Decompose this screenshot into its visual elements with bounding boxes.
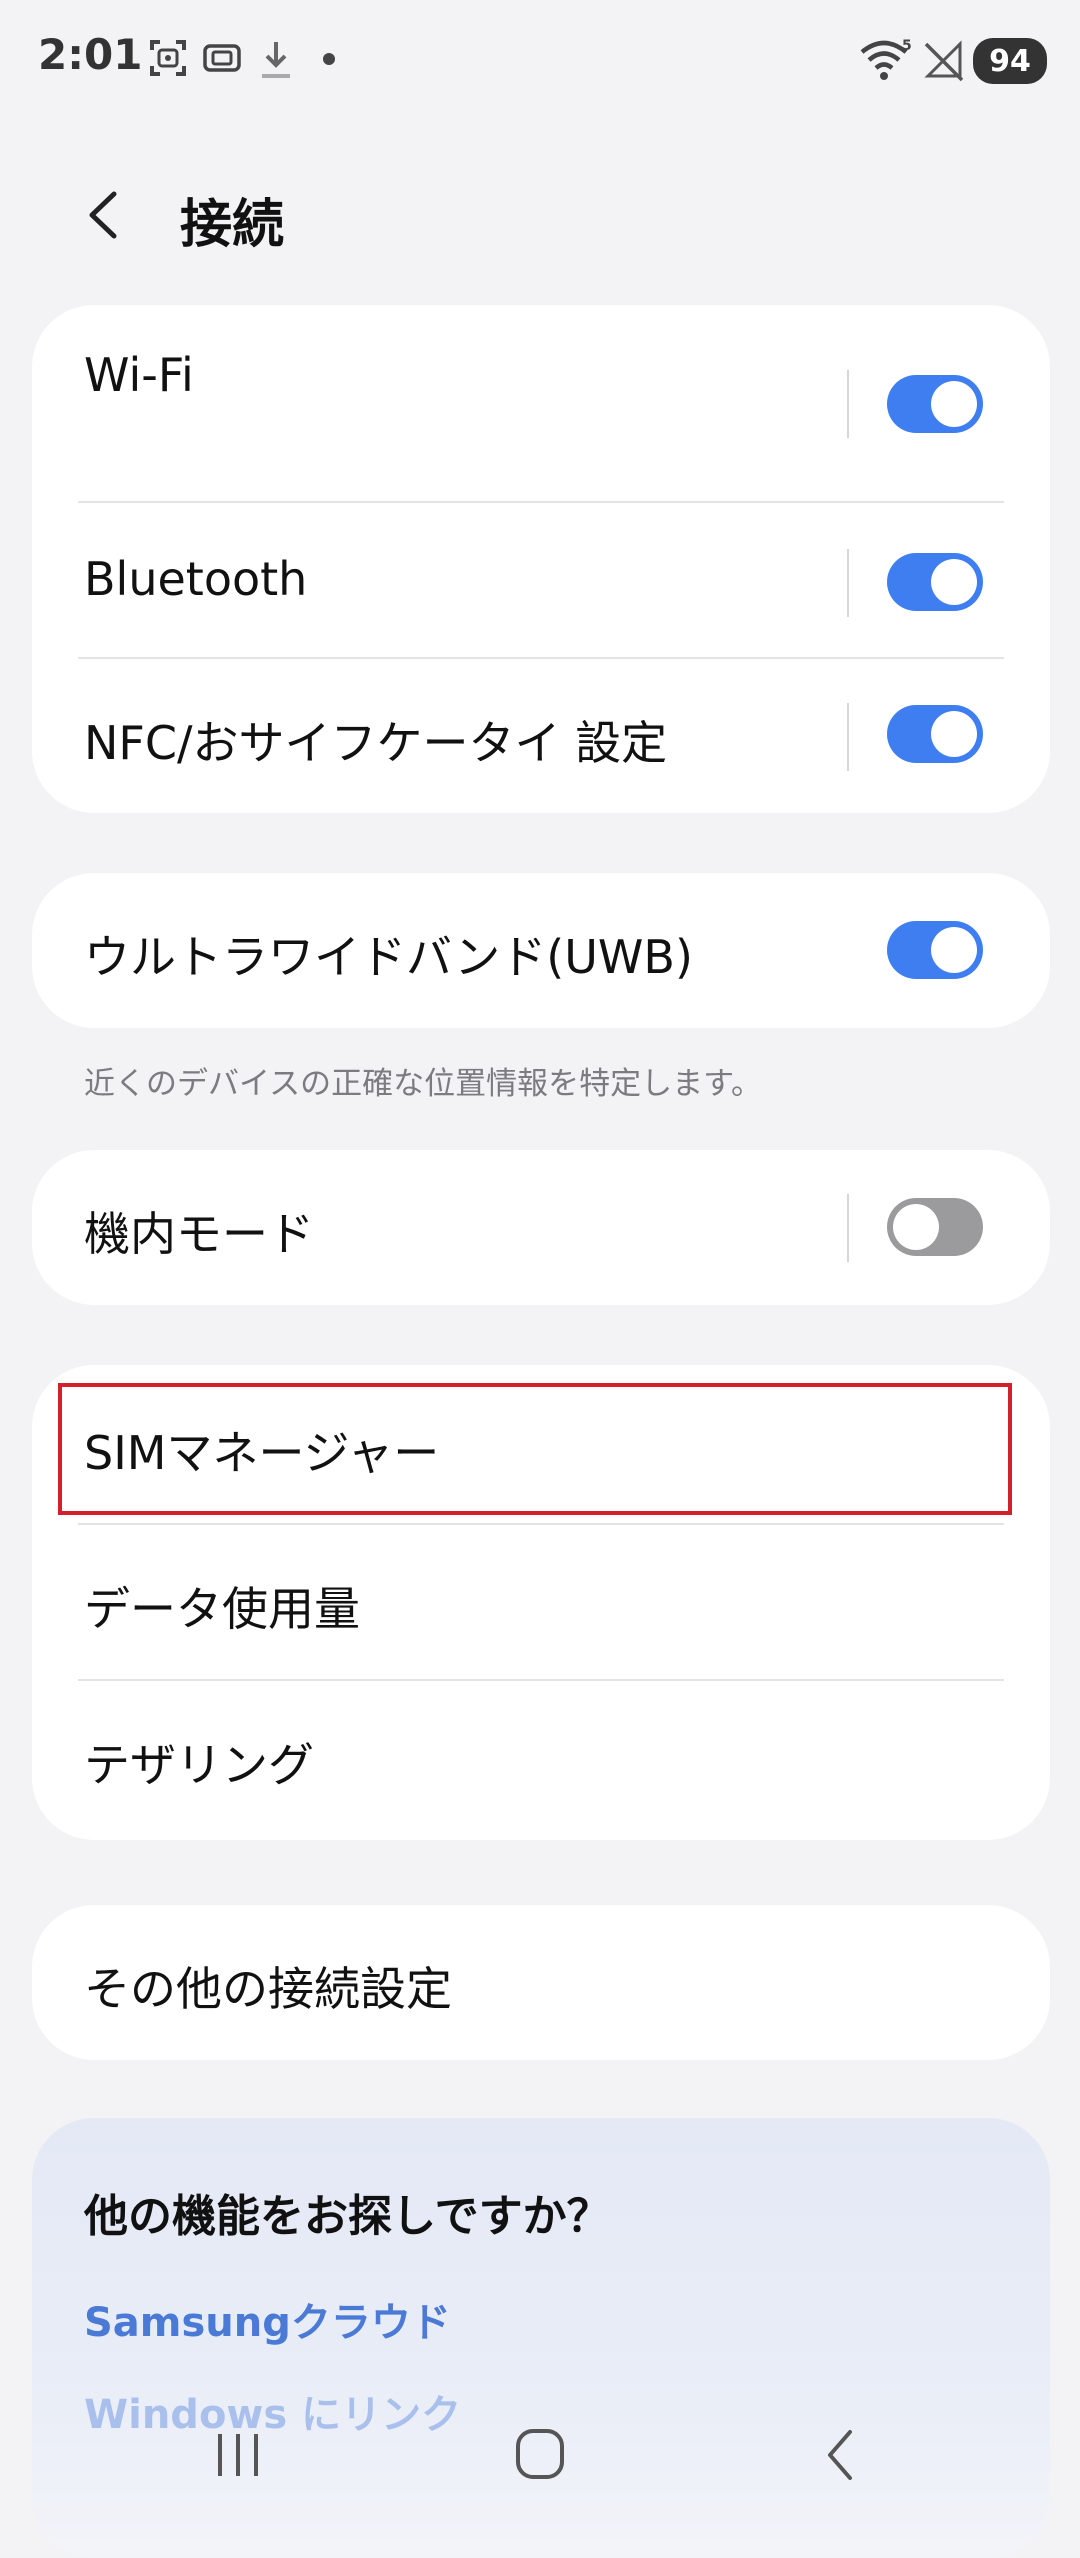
no-signal-icon [924, 40, 964, 82]
bluetooth-toggle[interactable] [887, 553, 983, 611]
bluetooth-row[interactable]: Bluetooth [32, 503, 1050, 661]
recent-apps-button[interactable] [198, 2420, 278, 2490]
nfc-toggle[interactable] [887, 705, 983, 763]
back-arrow-icon [89, 191, 117, 239]
nfc-label: NFC/おサイフケータイ 設定 [84, 716, 668, 770]
airplane-card[interactable]: 機内モード [32, 1150, 1050, 1305]
wifi-icon: 5 [860, 38, 912, 80]
back-button[interactable] [70, 180, 140, 250]
screenshot-icon [150, 40, 186, 76]
wifi-toggle[interactable] [887, 375, 983, 433]
uwb-label: ウルトラワイドバンド(UWB) [84, 930, 693, 984]
navigation-bar [0, 2400, 1080, 2520]
screen-record-icon [203, 44, 241, 72]
notification-dot-icon [323, 53, 335, 65]
svg-text:5: 5 [902, 38, 912, 54]
more-settings-card[interactable]: その他の接続設定 [32, 1905, 1050, 2060]
airplane-label: 機内モード [84, 1207, 314, 1261]
uwb-toggle[interactable] [887, 921, 983, 979]
status-bar: 2:01 5 94 [0, 0, 1080, 120]
home-icon [516, 2429, 564, 2479]
suggestions-title: 他の機能をお探しですか？ [84, 2191, 611, 2242]
data-usage-row[interactable]: データ使用量 [32, 1525, 1050, 1681]
nav-back-button[interactable] [802, 2420, 882, 2490]
recent-apps-icon [218, 2434, 258, 2476]
tethering-label: テザリング [84, 1738, 314, 1792]
status-time: 2:01 [38, 30, 143, 79]
airplane-separator [847, 1194, 849, 1262]
airplane-toggle[interactable] [887, 1198, 983, 1256]
uwb-card[interactable]: ウルトラワイドバンド(UWB) [32, 873, 1050, 1028]
wifi-row[interactable]: Wi-Fi [32, 305, 1050, 503]
wifi-label: Wi-Fi [84, 348, 194, 402]
tethering-row[interactable]: テザリング [32, 1681, 1050, 1840]
data-usage-label: データ使用量 [84, 1582, 360, 1636]
bluetooth-separator [847, 549, 849, 617]
nfc-separator [847, 703, 849, 771]
page-title: 接続 [180, 195, 285, 255]
nfc-row[interactable]: NFC/おサイフケータイ 設定 [32, 659, 1050, 813]
samsung-cloud-link[interactable]: Samsungクラウド [84, 2290, 451, 2348]
wireless-settings-card: Wi-Fi Bluetooth NFC/おサイフケータイ 設定 [32, 305, 1050, 813]
more-settings-label: その他の接続設定 [84, 1962, 452, 2016]
back-icon [828, 2430, 852, 2480]
download-icon [262, 42, 290, 78]
bluetooth-label: Bluetooth [84, 552, 308, 606]
wifi-separator [847, 370, 849, 438]
uwb-description: 近くのデバイスの正確な位置情報を特定します。 [84, 1066, 762, 1102]
home-button[interactable] [500, 2420, 580, 2490]
sim-manager-highlight [58, 1383, 1012, 1515]
battery-indicator: 94 [973, 38, 1047, 84]
